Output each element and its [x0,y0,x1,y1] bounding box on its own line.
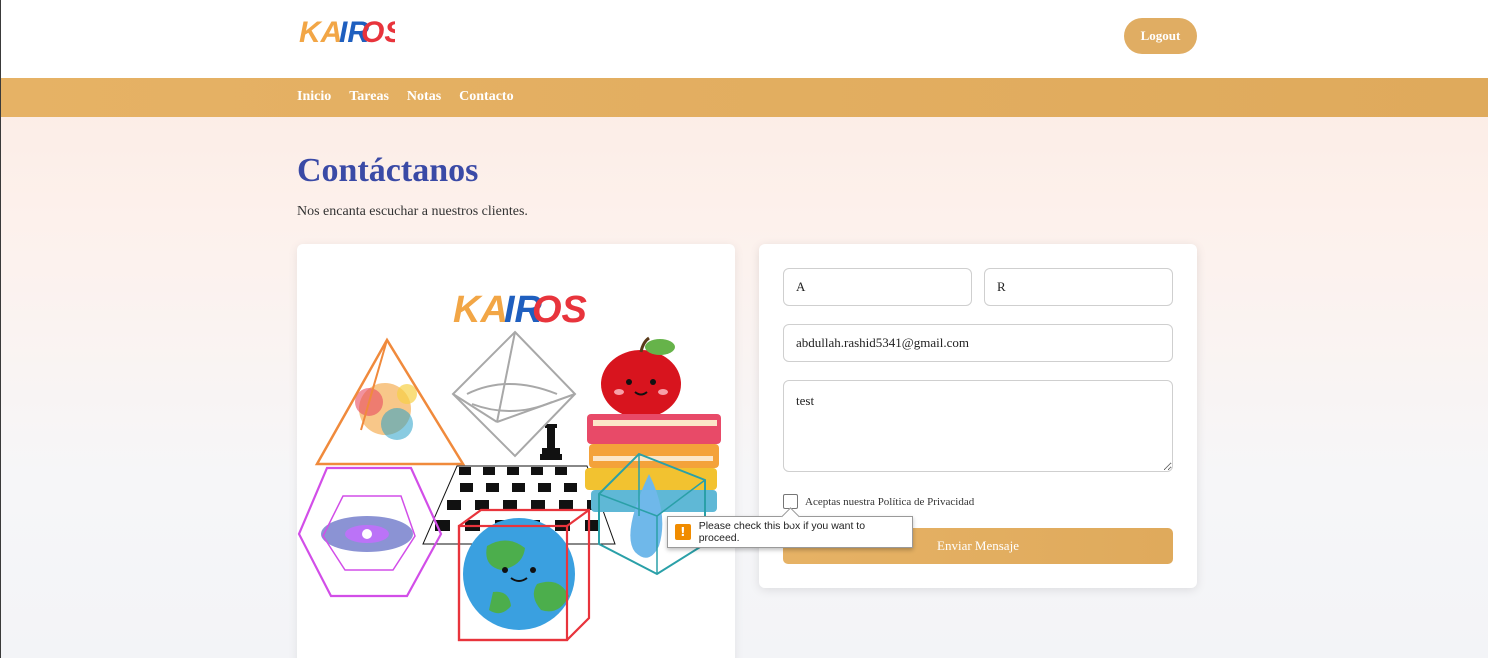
privacy-label: Aceptas nuestra Política de Privacidad [805,495,975,508]
validation-tooltip-text: Please check this box if you want to pro… [698,520,866,544]
svg-text:OS: OS [361,16,395,48]
first-name-input[interactable] [783,268,972,306]
main-nav: Inicio Tareas Notas Contacto [1,78,1488,117]
rook-piece [540,424,562,460]
nav-contacto[interactable]: Contacto [459,89,513,105]
nav-notas[interactable]: Notas [407,89,441,105]
apple-character [601,336,681,418]
illustration-card: KA IR OS [297,244,735,658]
illustration-logo: KA IR OS [453,289,587,331]
dodecahedron-galaxy [297,466,443,598]
privacy-row: Aceptas nuestra Política de Privacidad [783,494,974,509]
page-title: Contáctanos [297,152,479,189]
validation-tooltip: ! Please check this box if you want to p… [667,516,913,548]
warning-icon: ! [675,524,691,540]
octahedron [451,330,577,458]
svg-text:KA: KA [453,289,508,331]
kairos-logo[interactable]: KA IR OS [299,12,395,48]
page-subtitle: Nos encanta escuchar a nuestros clientes… [297,204,528,219]
email-input[interactable] [783,324,1173,362]
last-name-input[interactable] [984,268,1173,306]
tetrahedron-splash [314,337,466,466]
svg-text:KA: KA [299,16,342,48]
svg-text:OS: OS [532,289,587,331]
nav-tareas[interactable]: Tareas [349,89,389,105]
logout-button[interactable]: Logout [1124,18,1197,54]
top-header: KA IR OS Logout [1,0,1488,78]
nav-inicio[interactable]: Inicio [297,89,331,105]
kairos-illustration: KA IR OS [297,289,721,642]
message-textarea[interactable]: test [783,380,1173,472]
